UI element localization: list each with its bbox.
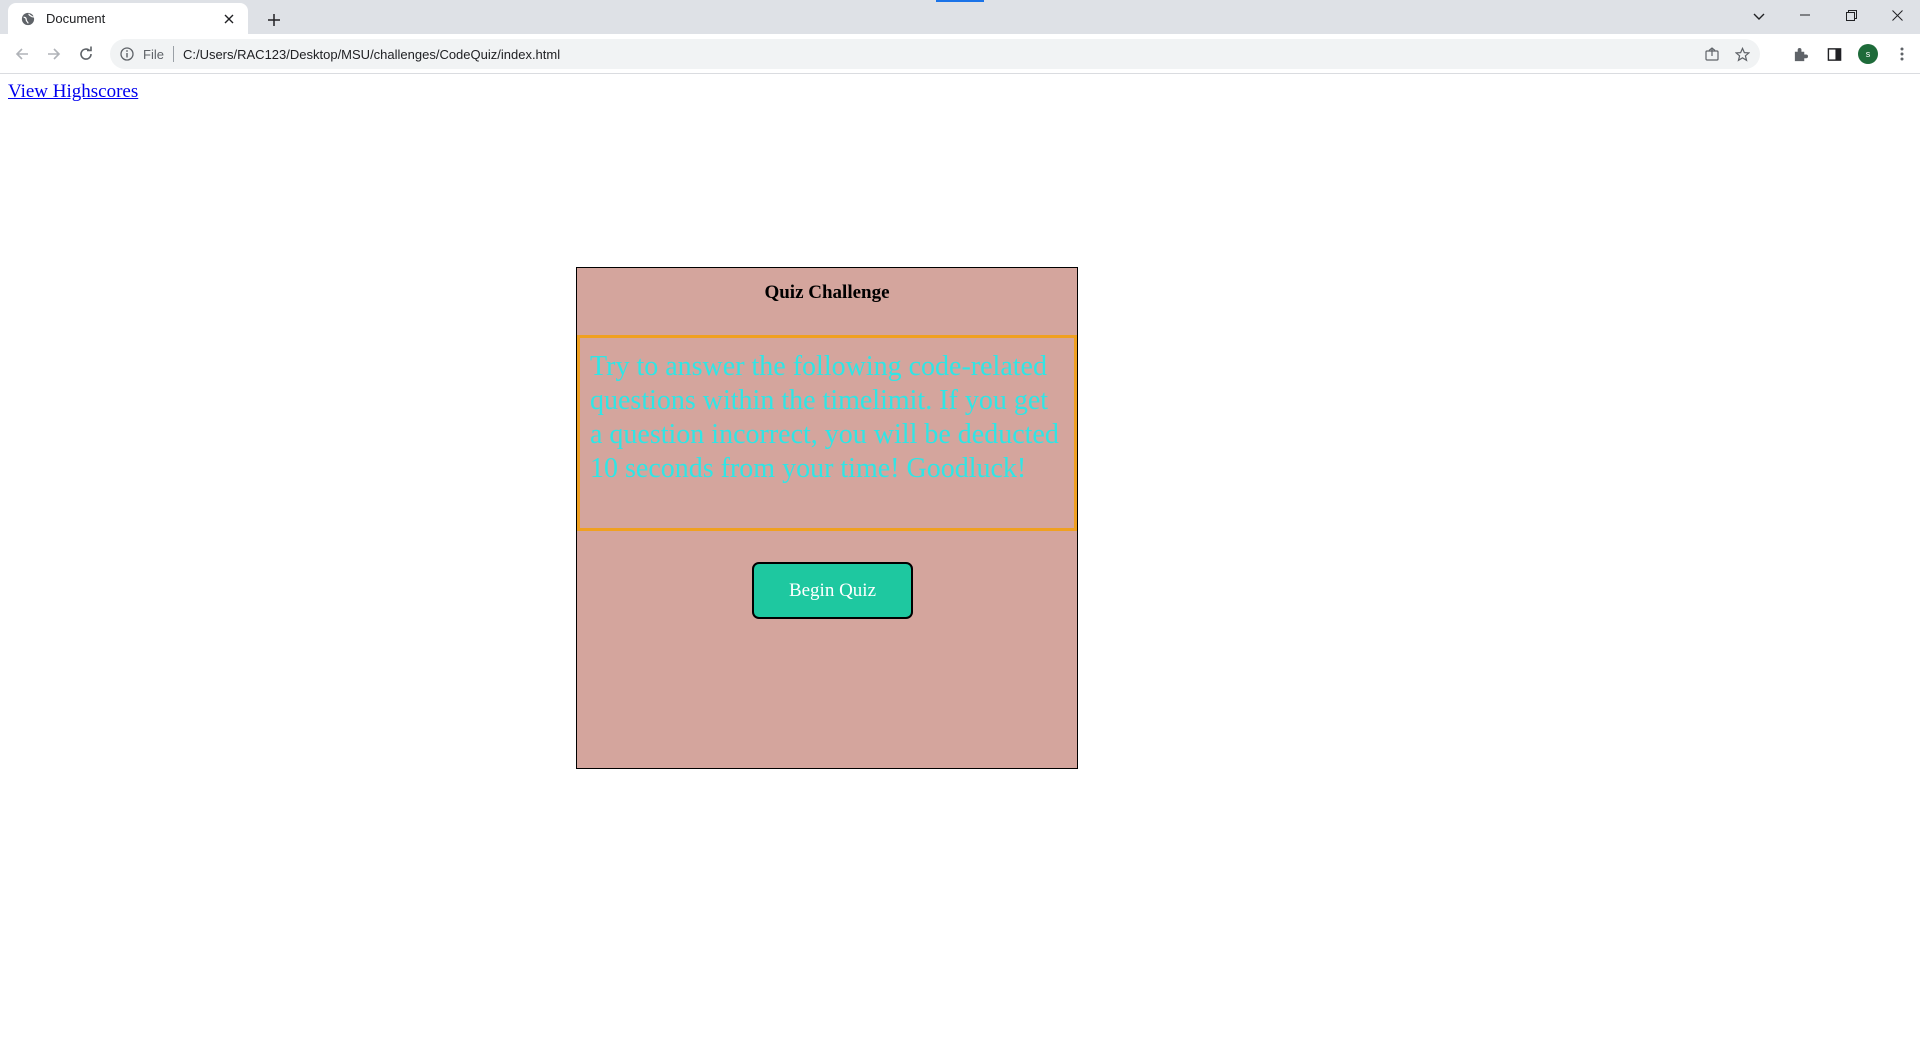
close-window-button[interactable] xyxy=(1874,0,1920,30)
avatar: s xyxy=(1858,44,1878,64)
browser-toolbar: File C:/Users/RAC123/Desktop/MSU/challen… xyxy=(0,34,1920,74)
tab-search-button[interactable] xyxy=(1746,4,1772,30)
new-tab-button[interactable] xyxy=(260,6,288,34)
browser-tab[interactable]: Document xyxy=(8,3,248,34)
back-button[interactable] xyxy=(8,40,36,68)
bookmark-star-icon[interactable] xyxy=(1730,42,1754,66)
quiz-container: Quiz Challenge Try to answer the followi… xyxy=(576,267,1078,769)
profile-avatar[interactable]: s xyxy=(1854,40,1882,68)
minimize-button[interactable] xyxy=(1782,0,1828,30)
tab-title: Document xyxy=(46,11,106,26)
page-content: View Highscores Quiz Challenge Try to an… xyxy=(0,75,1920,1040)
menu-kebab-icon[interactable] xyxy=(1888,40,1916,68)
view-highscores-link[interactable]: View Highscores xyxy=(8,81,138,103)
tab-drag-indicator xyxy=(936,0,984,2)
quiz-instructions: Try to answer the following code-related… xyxy=(577,335,1077,531)
scheme-label: File xyxy=(143,46,164,62)
restore-button[interactable] xyxy=(1828,0,1874,30)
globe-icon xyxy=(20,11,36,27)
begin-quiz-button[interactable]: Begin Quiz xyxy=(752,562,913,619)
extensions-puzzle-icon[interactable] xyxy=(1786,40,1814,68)
address-bar[interactable]: File C:/Users/RAC123/Desktop/MSU/challen… xyxy=(110,39,1760,69)
reload-button[interactable] xyxy=(72,40,100,68)
side-panel-icon[interactable] xyxy=(1820,40,1848,68)
info-icon[interactable] xyxy=(118,45,136,63)
url-text[interactable]: C:/Users/RAC123/Desktop/MSU/challenges/C… xyxy=(183,47,560,62)
address-divider xyxy=(172,46,174,62)
quiz-title: Quiz Challenge xyxy=(764,282,890,303)
close-tab-icon[interactable] xyxy=(220,10,238,28)
forward-button[interactable] xyxy=(40,40,68,68)
window-controls xyxy=(1782,0,1920,34)
tab-strip: Document xyxy=(0,0,1920,34)
share-icon[interactable] xyxy=(1700,42,1724,66)
